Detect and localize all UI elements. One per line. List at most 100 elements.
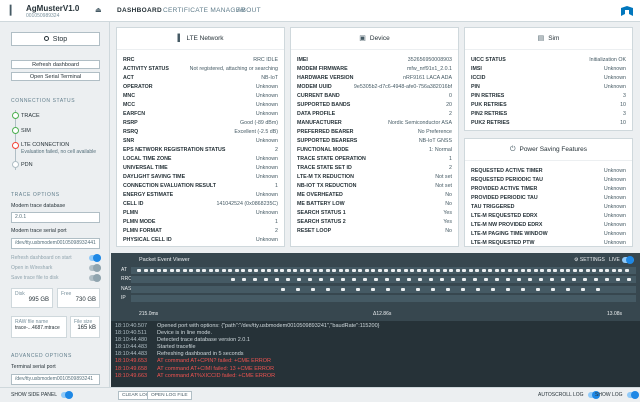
event-marker[interactable] <box>627 278 631 281</box>
eject-icon[interactable]: ⏏ <box>95 6 102 14</box>
event-marker[interactable] <box>481 269 486 272</box>
refresh-on-start-toggle[interactable] <box>89 254 101 262</box>
event-marker[interactable] <box>566 288 570 291</box>
show-log-row[interactable]: SHOW LOG <box>595 391 639 399</box>
event-marker[interactable] <box>546 269 551 272</box>
event-marker[interactable] <box>451 278 455 281</box>
event-marker[interactable] <box>202 269 206 272</box>
event-marker[interactable] <box>550 278 554 281</box>
event-marker[interactable] <box>311 288 315 291</box>
tab-dashboard[interactable]: DASHBOARD <box>117 7 162 14</box>
tab-about[interactable]: ABOUT <box>237 7 261 14</box>
event-marker[interactable] <box>495 278 499 281</box>
event-marker[interactable] <box>539 278 543 281</box>
event-marker[interactable] <box>264 278 268 281</box>
event-marker[interactable] <box>551 288 555 291</box>
event-marker[interactable] <box>540 269 544 272</box>
event-marker[interactable] <box>286 269 291 272</box>
terminal-port-select[interactable]: /dev/tty.usbmodem0010509893241 <box>11 374 100 385</box>
event-marker[interactable] <box>449 269 453 272</box>
event-marker[interactable] <box>553 269 557 272</box>
event-marker[interactable] <box>440 278 444 281</box>
event-marker[interactable] <box>253 278 257 281</box>
event-marker[interactable] <box>163 269 167 272</box>
lane-ip[interactable] <box>131 295 636 302</box>
lane-nas[interactable] <box>131 286 636 293</box>
event-marker[interactable] <box>234 269 239 272</box>
tab-certificate-manager[interactable]: CERTIFICATE MANAGER <box>163 7 245 14</box>
event-marker[interactable] <box>247 269 252 272</box>
event-marker[interactable] <box>150 269 154 272</box>
show-side-panel-toggle[interactable] <box>61 391 74 399</box>
event-marker[interactable] <box>517 278 521 281</box>
event-marker[interactable] <box>572 278 576 281</box>
event-marker[interactable] <box>299 269 304 272</box>
event-marker[interactable] <box>616 278 620 281</box>
event-marker[interactable] <box>386 288 390 291</box>
event-marker[interactable] <box>475 269 479 272</box>
event-marker[interactable] <box>611 269 616 272</box>
event-marker[interactable] <box>319 269 323 272</box>
event-marker[interactable] <box>491 288 495 291</box>
event-marker[interactable] <box>507 269 512 272</box>
event-marker[interactable] <box>384 269 388 272</box>
event-marker[interactable] <box>195 269 200 272</box>
event-marker[interactable] <box>462 269 466 272</box>
event-marker[interactable] <box>592 269 596 272</box>
event-marker[interactable] <box>351 269 356 272</box>
autoscroll-row[interactable]: AUTOSCROLL LOG <box>538 391 600 399</box>
open-serial-terminal-button[interactable]: Open Serial Terminal <box>11 72 100 81</box>
event-marker[interactable] <box>297 278 301 281</box>
event-marker[interactable] <box>442 269 447 272</box>
event-marker[interactable] <box>624 269 629 272</box>
event-marker[interactable] <box>416 288 420 291</box>
event-marker[interactable] <box>476 288 480 291</box>
event-marker[interactable] <box>594 278 598 281</box>
event-marker[interactable] <box>528 278 532 281</box>
event-marker[interactable] <box>221 269 226 272</box>
event-marker[interactable] <box>407 278 411 281</box>
event-marker[interactable] <box>341 288 345 291</box>
show-side-panel-row[interactable]: SHOW SIDE PANEL <box>11 391 74 399</box>
event-marker[interactable] <box>473 278 477 281</box>
event-marker[interactable] <box>267 269 271 272</box>
event-marker[interactable] <box>338 269 343 272</box>
event-marker[interactable] <box>501 269 505 272</box>
event-marker[interactable] <box>356 288 360 291</box>
event-marker[interactable] <box>352 278 356 281</box>
event-marker[interactable] <box>596 288 600 291</box>
event-marker[interactable] <box>364 269 369 272</box>
event-marker[interactable] <box>308 278 312 281</box>
open-wireshark-row[interactable]: Open in Wireshark <box>11 264 101 272</box>
log-panel[interactable]: 18:10:40.507 Opened port with options: {"… <box>111 321 640 387</box>
event-marker[interactable] <box>484 278 488 281</box>
event-marker[interactable] <box>273 269 278 272</box>
event-marker[interactable] <box>371 269 375 272</box>
event-marker[interactable] <box>182 269 187 272</box>
event-marker[interactable] <box>325 269 330 272</box>
event-marker[interactable] <box>520 269 525 272</box>
event-marker[interactable] <box>416 269 421 272</box>
event-marker[interactable] <box>429 278 433 281</box>
event-marker[interactable] <box>231 278 235 281</box>
event-marker[interactable] <box>293 269 297 272</box>
event-marker[interactable] <box>358 269 362 272</box>
event-marker[interactable] <box>605 278 609 281</box>
event-marker[interactable] <box>286 278 290 281</box>
live-toggle[interactable] <box>622 256 634 264</box>
event-marker[interactable] <box>280 269 284 272</box>
event-marker[interactable] <box>176 269 180 272</box>
event-marker[interactable] <box>618 269 622 272</box>
event-marker[interactable] <box>156 269 161 272</box>
event-marker[interactable] <box>396 278 400 281</box>
event-marker[interactable] <box>306 269 310 272</box>
refresh-on-start-row[interactable]: Refresh dashboard on start <box>11 254 101 262</box>
event-marker[interactable] <box>410 269 414 272</box>
device-name[interactable]: AgMusterV1.0 <box>26 4 79 13</box>
show-log-toggle[interactable] <box>626 391 639 399</box>
open-wireshark-toggle[interactable] <box>89 264 101 272</box>
timeline-bar[interactable]: 215.0ms Δ12.86s 13.08s <box>111 309 640 319</box>
event-marker[interactable] <box>371 288 375 291</box>
lane-rrc[interactable] <box>131 276 636 283</box>
event-marker[interactable] <box>559 269 564 272</box>
